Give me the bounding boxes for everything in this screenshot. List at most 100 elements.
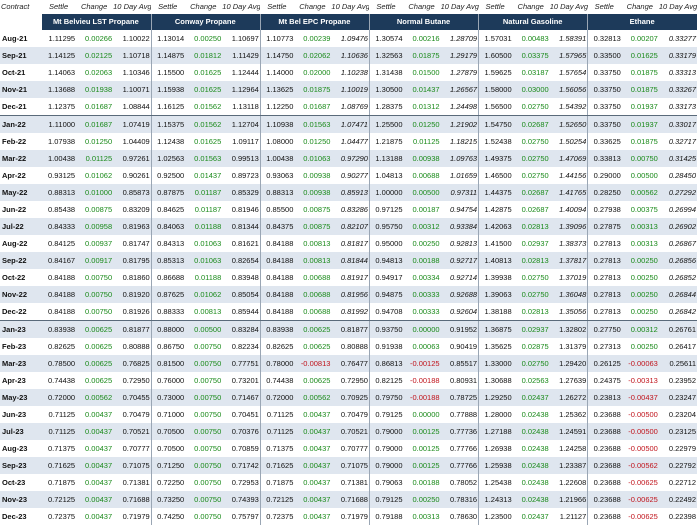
settle-cell: 0.88333 [150, 303, 186, 321]
settle-cell: 1.16125 [150, 98, 186, 116]
table-row: Mar-23 0.78500 0.00625 0.76825 0.81500 0.0075… [0, 355, 697, 372]
settle-cell: 0.71375 [42, 440, 77, 457]
ten-day-avg-cell: 1.26272 [549, 389, 588, 406]
change-cell: 0.01687 [76, 115, 114, 133]
settle-cell: 0.94917 [368, 269, 404, 286]
settle-cell: 1.54750 [478, 115, 513, 133]
change-cell: 0.00333 [403, 286, 441, 303]
change-cell: 0.01687 [294, 98, 332, 116]
change-cell: 0.00063 [403, 338, 441, 355]
ten-day-avg-cell: 0.85329 [222, 184, 261, 201]
settle-cell: 1.39063 [478, 286, 513, 303]
ten-day-avg-cell: 0.32717 [658, 133, 697, 150]
change-cell: 0.00750 [185, 406, 223, 423]
ten-day-avg-cell: 1.22608 [549, 474, 588, 491]
ten-day-avg-cell: 0.77766 [440, 457, 479, 474]
settle-cell: 0.94708 [368, 303, 404, 321]
ten-day-avg-cell: 1.27879 [440, 64, 479, 81]
settle-cell: 0.73000 [150, 389, 186, 406]
ten-day-avg-cell: 0.74393 [222, 491, 261, 508]
change-cell: 0.01125 [76, 150, 114, 167]
change-cell: 0.02750 [512, 150, 550, 167]
settle-cell: 0.85313 [150, 252, 186, 269]
ten-day-avg-cell: 0.28450 [658, 167, 697, 184]
change-cell: 0.00750 [76, 269, 114, 286]
table-row: Nov-21 1.13688 0.01938 1.10071 1.15938 0.0162… [0, 81, 697, 98]
ten-day-avg-cell: 1.09763 [440, 150, 479, 167]
table-row: Oct-23 0.71875 0.00437 0.71381 0.72250 0.0075… [0, 474, 697, 491]
ten-day-avg-cell: 0.81963 [113, 218, 152, 235]
table-row: Sep-21 1.14125 0.02125 1.10718 1.14875 0.0181… [0, 47, 697, 64]
ten-day-avg-cell: 1.24258 [549, 440, 588, 457]
change-cell: 0.02937 [512, 235, 550, 252]
change-cell: 0.00000 [403, 320, 441, 338]
settle-cell: 1.29250 [478, 389, 513, 406]
settle-cell: 0.72000 [259, 389, 295, 406]
settle-cell: 0.71125 [42, 423, 77, 440]
ten-day-avg-cell: 0.81992 [331, 303, 370, 321]
contract-month-cell: May-23 [0, 389, 43, 406]
ten-day-avg-cell: 0.33277 [658, 30, 697, 47]
change-cell: 0.01437 [403, 81, 441, 98]
ten-day-avg-cell: 0.92688 [440, 286, 479, 303]
ten-day-avg-cell: 0.80888 [331, 338, 370, 355]
settle-cell: 0.27813 [587, 235, 622, 252]
contract-month-cell: Jul-23 [0, 423, 43, 440]
ten-day-avg-cell: 0.72950 [113, 372, 152, 389]
settle-header: Settle [158, 2, 178, 11]
ten-day-avg-cell: 1.35056 [549, 303, 588, 321]
settle-cell: 0.94875 [368, 286, 404, 303]
ten-day-avg-cell: 0.80888 [113, 338, 152, 355]
settle-cell: 0.27813 [587, 303, 622, 321]
settle-cell: 0.79125 [368, 491, 404, 508]
settle-header: Settle [485, 2, 505, 11]
group-header-row: Mt Belvieu LST Propane Conway Propane Mt… [0, 14, 697, 30]
change-cell: 0.00125 [403, 440, 441, 457]
change-cell: 0.00917 [76, 252, 114, 269]
settle-cell: 0.71875 [42, 474, 77, 491]
change-cell: 0.00483 [512, 30, 550, 47]
change-cell: 0.00437 [76, 440, 114, 457]
contract-month-cell: Sep-22 [0, 252, 43, 269]
change-cell: 0.01687 [76, 98, 114, 116]
settle-cell: 1.49375 [478, 150, 513, 167]
ten-day-avg-cell: 0.33267 [658, 81, 697, 98]
settle-cell: 1.12375 [42, 98, 77, 116]
contract-month-cell: May-22 [0, 184, 43, 201]
contract-month-cell: Jan-23 [0, 320, 43, 338]
change-cell: 0.00437 [294, 423, 332, 440]
ten-day-avg-cell: 1.28709 [440, 30, 479, 47]
change-cell: 0.00250 [621, 269, 659, 286]
price-table: Contract Settle Change 10 Day Avg Settle… [0, 0, 697, 525]
ten-day-avg-cell: 0.80931 [440, 372, 479, 389]
settle-cell: 0.79000 [368, 440, 404, 457]
change-cell: 0.00938 [294, 167, 332, 184]
settle-cell: 1.26938 [478, 440, 513, 457]
ten-day-avg-cell: 0.85873 [113, 184, 152, 201]
change-cell: 0.00500 [185, 320, 223, 338]
change-cell: 0.00437 [76, 508, 114, 525]
change-cell: 0.01063 [185, 235, 223, 252]
settle-cell: 0.23688 [587, 508, 622, 525]
ten-day-avg-cell: 0.71381 [113, 474, 152, 491]
change-cell: 0.00250 [621, 303, 659, 321]
change-cell: 0.00562 [76, 389, 114, 406]
change-cell: 0.01937 [621, 98, 659, 116]
settle-cell: 1.58000 [478, 81, 513, 98]
change-cell: 0.02750 [512, 98, 550, 116]
change-cell: 0.00750 [185, 423, 223, 440]
change-cell: 0.02437 [512, 508, 550, 525]
change-cell: 0.00625 [294, 338, 332, 355]
table-row: Aug-22 0.84125 0.00937 0.81747 0.84313 0.0106… [0, 235, 697, 252]
ten-day-avg-cell: 1.10718 [113, 47, 152, 64]
ten-day-avg-cell: 0.70925 [331, 389, 370, 406]
ten-day-avg-cell: 0.99513 [222, 150, 261, 167]
change-cell: 0.00250 [621, 338, 659, 355]
ten-day-avg-cell: 0.94754 [440, 201, 479, 218]
ten-day-avg-cell: 0.26761 [658, 320, 697, 338]
change-cell: 0.00750 [185, 491, 223, 508]
settle-cell: 0.79000 [368, 457, 404, 474]
change-cell: 0.00750 [185, 508, 223, 525]
ten-day-avg-cell: 1.12964 [222, 81, 261, 98]
ten-day-avg-cell: 0.70521 [331, 423, 370, 440]
